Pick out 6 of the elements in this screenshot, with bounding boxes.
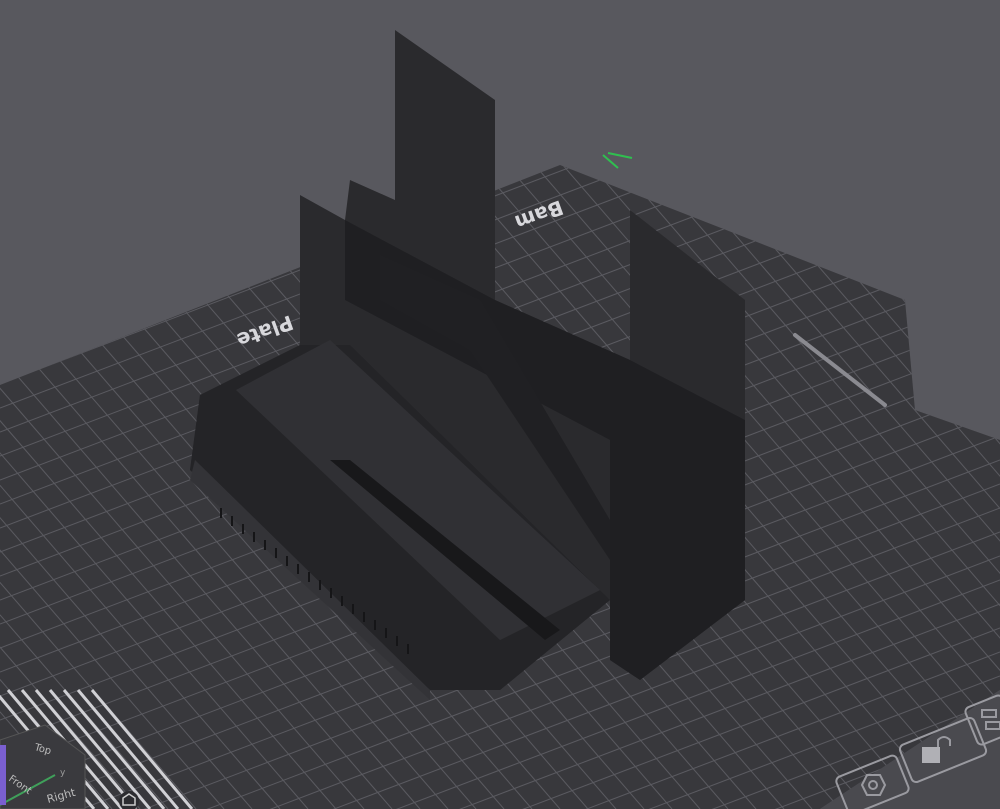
plate-label: Plate bbox=[234, 310, 296, 353]
nut-icon[interactable] bbox=[834, 753, 912, 809]
plate-label: Bam bbox=[512, 195, 566, 235]
layout-icon[interactable] bbox=[962, 692, 1000, 748]
axis-arrow-icon bbox=[602, 152, 633, 169]
lock-icon[interactable] bbox=[897, 715, 989, 785]
